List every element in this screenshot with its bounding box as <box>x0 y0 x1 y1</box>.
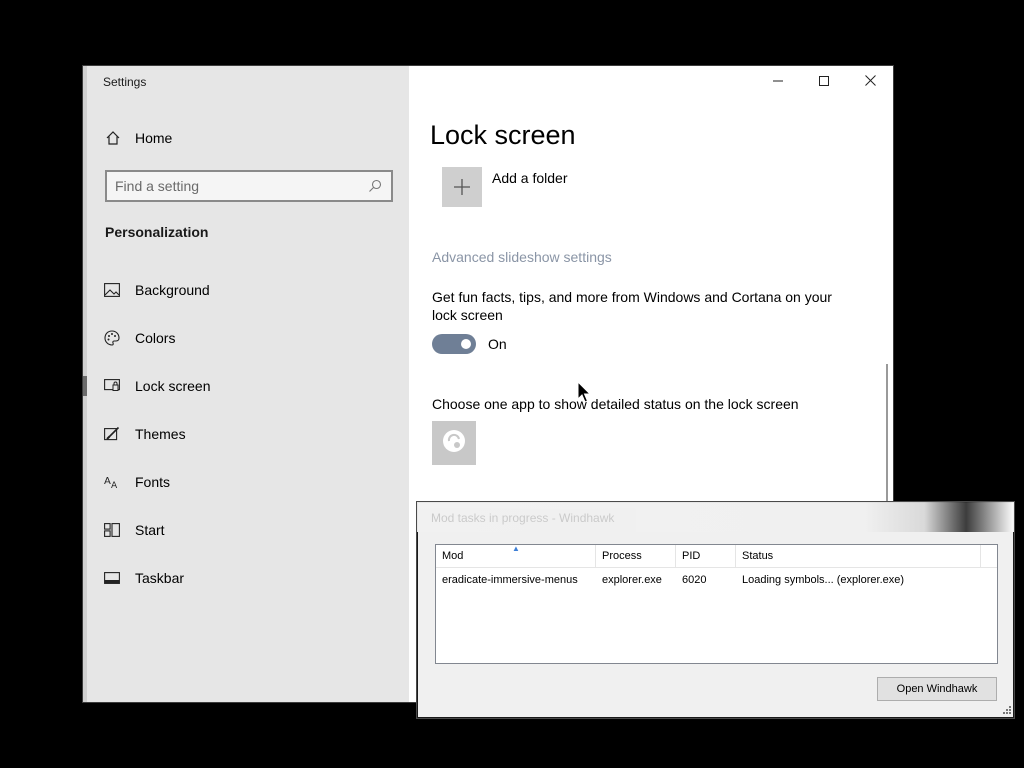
maximize-button[interactable] <box>801 66 847 98</box>
page-title: Lock screen <box>430 120 576 150</box>
sidebar-item-colors[interactable]: Colors <box>87 314 409 362</box>
toggle-state-label: On <box>488 336 507 352</box>
home-label: Home <box>135 130 173 146</box>
windhawk-titlebar[interactable]: Mod tasks in progress - Windhawk <box>417 502 1014 532</box>
home-nav-item[interactable]: Home <box>103 126 172 150</box>
sidebar-item-lock-screen[interactable]: Lock screen <box>83 362 409 410</box>
fonts-icon: AA <box>103 473 121 491</box>
column-header-pid[interactable]: PID <box>676 545 736 568</box>
column-header-label: Mod <box>442 550 464 562</box>
sidebar-item-taskbar[interactable]: Taskbar <box>87 554 409 602</box>
resize-grip-icon[interactable] <box>1000 704 1012 716</box>
image-icon <box>103 281 121 299</box>
choose-app-label: Choose one app to show detailed status o… <box>432 396 799 412</box>
fun-facts-toggle-row: On <box>432 334 507 354</box>
search-icon[interactable] <box>367 178 383 194</box>
start-icon <box>103 521 121 539</box>
nav-list: Background Colors Lock screen Themes A A… <box>83 266 409 602</box>
mouse-pointer-icon <box>577 380 593 405</box>
window-title: Settings <box>103 75 147 89</box>
sidebar-item-start[interactable]: Start <box>87 506 409 554</box>
minimize-button[interactable] <box>755 66 801 98</box>
detailed-status-app-button[interactable] <box>432 421 476 465</box>
cell-mod: eradicate-immersive-menus <box>442 574 578 586</box>
svg-text:A: A <box>111 481 118 489</box>
app-icon <box>441 428 467 459</box>
maximize-icon <box>819 73 829 91</box>
toggle-knob <box>461 339 471 349</box>
fun-facts-toggle[interactable] <box>432 334 476 354</box>
add-folder-button[interactable]: Add a folder <box>442 167 568 207</box>
list-header: ▲ Mod Process PID Status <box>436 544 997 568</box>
sidebar-item-background[interactable]: Background <box>87 266 409 314</box>
column-header-filler <box>981 545 997 568</box>
palette-icon <box>103 329 121 347</box>
add-folder-label: Add a folder <box>492 170 568 186</box>
sidebar-item-label: Start <box>135 522 165 538</box>
search-box[interactable] <box>105 170 393 202</box>
close-button[interactable] <box>847 66 893 98</box>
search-input[interactable] <box>115 178 367 194</box>
table-row[interactable]: eradicate-immersive-menus explorer.exe 6… <box>436 569 997 591</box>
sort-ascending-icon: ▲ <box>512 544 520 553</box>
windhawk-dialog: Mod tasks in progress - Windhawk ▲ Mod P… <box>416 501 1015 719</box>
taskbar-icon <box>103 569 121 587</box>
column-header-mod[interactable]: ▲ Mod <box>436 544 596 568</box>
minimize-icon <box>773 73 783 91</box>
lock-screen-icon <box>103 377 121 395</box>
column-header-label: Process <box>602 550 642 562</box>
plus-icon <box>442 167 482 207</box>
sidebar-item-themes[interactable]: Themes <box>87 410 409 458</box>
column-header-label: Status <box>742 550 774 562</box>
cell-process: explorer.exe <box>602 574 662 586</box>
svg-text:A: A <box>104 476 111 487</box>
sidebar-item-label: Colors <box>135 330 176 346</box>
sidebar-item-label: Background <box>135 282 210 298</box>
content-scrollbar[interactable] <box>886 364 888 524</box>
caption-buttons <box>755 66 893 98</box>
section-heading: Personalization <box>105 224 209 240</box>
fun-facts-label: Get fun facts, tips, and more from Windo… <box>432 289 832 323</box>
mod-tasks-list[interactable]: ▲ Mod Process PID Status eradicate-immer… <box>435 544 998 664</box>
sidebar-item-label: Fonts <box>135 474 171 490</box>
home-icon <box>103 128 123 148</box>
sidebar-item-label: Themes <box>135 426 186 442</box>
sidebar-item-fonts[interactable]: AA Fonts <box>87 458 409 506</box>
sidebar-item-label: Taskbar <box>135 570 185 586</box>
column-header-process[interactable]: Process <box>596 545 676 568</box>
column-header-label: PID <box>682 550 701 562</box>
sidebar: Settings Home Personalization Background <box>83 66 409 702</box>
cell-status: Loading symbols... (explorer.exe) <box>742 574 905 586</box>
sidebar-item-label: Lock screen <box>135 378 211 394</box>
close-icon <box>864 73 876 91</box>
advanced-slideshow-link[interactable]: Advanced slideshow settings <box>432 249 612 265</box>
cell-pid: 6020 <box>682 574 707 586</box>
themes-brush-icon <box>103 425 121 443</box>
column-header-status[interactable]: Status <box>736 545 981 568</box>
open-windhawk-button[interactable]: Open Windhawk <box>877 677 997 701</box>
windhawk-dialog-title: Mod tasks in progress - Windhawk <box>431 511 615 525</box>
